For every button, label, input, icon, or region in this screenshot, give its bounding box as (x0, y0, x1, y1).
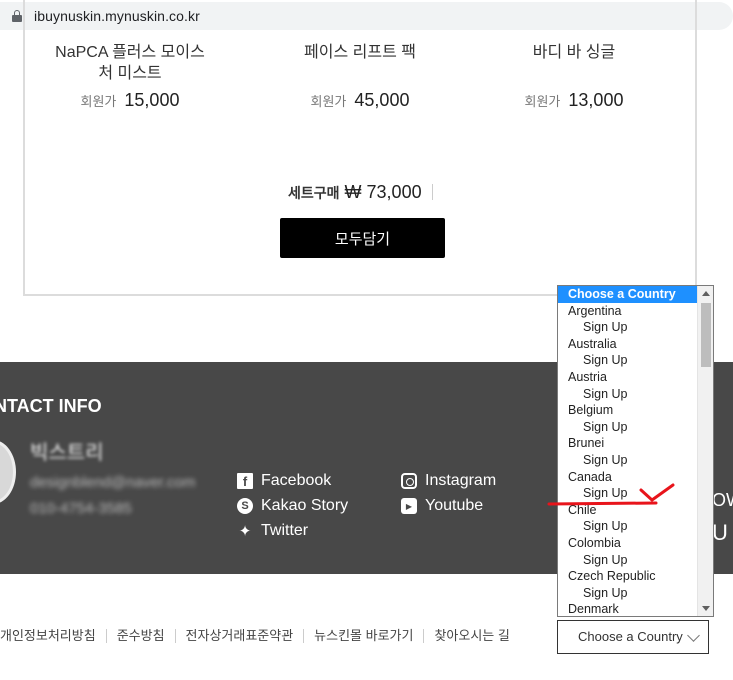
product-item[interactable]: 바디 바 싱글 회원가 13,000 (474, 42, 674, 110)
social-link-twitter[interactable]: ✦ Twitter (237, 522, 308, 540)
contact-email: designblend@naver.com (30, 474, 196, 491)
country-option[interactable]: Chile (558, 502, 697, 519)
social-label: Instagram (425, 472, 497, 489)
product-set-card: NaPCA 플러스 모이스처 미스트 회원가 15,000 페이스 리프트 팩 회… (23, 0, 697, 296)
social-label: Kakao Story (261, 497, 349, 514)
option-sign-up[interactable]: Sign Up (558, 585, 697, 602)
country-option[interactable]: Colombia (558, 535, 697, 552)
instagram-icon (401, 473, 417, 489)
product-price: 회원가 15,000 (30, 90, 230, 111)
twitter-icon: ✦ (238, 523, 252, 540)
option-sign-up[interactable]: Sign Up (558, 518, 697, 535)
price-label: 회원가 (310, 94, 347, 109)
option-sign-up[interactable]: Sign Up (558, 419, 697, 436)
youtube-icon: ▶ (401, 498, 417, 514)
contact-info-title: NTACT INFO (0, 396, 102, 416)
country-option[interactable]: Australia (558, 336, 697, 353)
product-item[interactable]: 페이스 리프트 팩 회원가 45,000 (260, 42, 460, 110)
option-sign-up[interactable]: Sign Up (558, 485, 697, 502)
link-privacy-policy[interactable]: 개인정보처리방침 (0, 629, 106, 643)
country-option[interactable]: Denmark (558, 601, 697, 616)
country-option[interactable]: Canada (558, 469, 697, 486)
cut-off-text: U (712, 520, 728, 545)
facebook-icon: f (237, 473, 253, 489)
footer-links: 개인정보처리방침 준수방침 전자상거래표준약관 뉴스킨몰 바로가기 찾아오시는 … (0, 626, 520, 646)
link-compliance-policy[interactable]: 준수방침 (105, 629, 175, 643)
dropdown-options: Choose a Country Argentina Sign Up Australi… (558, 286, 697, 616)
cut-off-text: OW (712, 490, 733, 510)
country-option[interactable]: Choose a Country (558, 286, 697, 303)
country-option[interactable]: Czech Republic (558, 568, 697, 585)
social-link-facebook[interactable]: f Facebook (237, 472, 331, 490)
option-sign-up[interactable]: Sign Up (558, 452, 697, 469)
contact-phone: 010-4754-3585 (30, 500, 132, 517)
option-sign-up[interactable]: Sign Up (558, 386, 697, 403)
product-name[interactable]: 바디 바 싱글 (474, 42, 674, 63)
option-sign-up[interactable]: Sign Up (558, 352, 697, 369)
price-value: 13,000 (568, 90, 624, 110)
country-option[interactable]: Argentina (558, 303, 697, 320)
country-select-value: Choose a Country (578, 629, 683, 644)
divider (431, 184, 433, 200)
product-price: 회원가 13,000 (474, 90, 674, 111)
price-value: 15,000 (124, 90, 180, 110)
social-label: Facebook (261, 472, 332, 489)
link-ecommerce-terms[interactable]: 전자상거래표준약관 (174, 629, 304, 643)
avatar (0, 440, 16, 504)
link-nuskin-mall[interactable]: 뉴스킨몰 바로가기 (303, 629, 423, 643)
price-value: 45,000 (354, 90, 410, 110)
lock-icon[interactable] (12, 10, 22, 22)
set-total: 세트구매 ₩ 73,000 (288, 182, 433, 203)
social-label: Youtube (425, 497, 484, 514)
country-dropdown-list[interactable]: Choose a Country Argentina Sign Up Australi… (557, 285, 714, 617)
country-option[interactable]: Belgium (558, 402, 697, 419)
price-label: 회원가 (524, 94, 561, 109)
scrollbar-thumb[interactable] (701, 303, 711, 367)
option-sign-up[interactable]: Sign Up (558, 552, 697, 569)
link-directions[interactable]: 찾아오시는 길 (423, 629, 519, 643)
brand-name: 빅스트리 (30, 442, 104, 464)
set-total-value: ₩ 73,000 (344, 182, 422, 202)
scroll-up-arrow-icon[interactable] (702, 291, 710, 296)
social-link-kakao-story[interactable]: S Kakao Story (237, 497, 348, 515)
option-sign-up[interactable]: Sign Up (558, 319, 697, 336)
dropdown-scrollbar[interactable] (697, 286, 713, 616)
set-total-label: 세트구매 (288, 185, 340, 201)
product-item[interactable]: NaPCA 플러스 모이스처 미스트 회원가 15,000 (30, 42, 230, 110)
social-link-instagram[interactable]: Instagram (401, 472, 496, 490)
country-select[interactable]: Choose a Country (557, 620, 709, 654)
scroll-down-arrow-icon[interactable] (702, 606, 710, 611)
social-label: Twitter (261, 522, 309, 539)
product-name[interactable]: NaPCA 플러스 모이스처 미스트 (30, 42, 230, 84)
social-link-youtube[interactable]: ▶ Youtube (401, 497, 483, 515)
product-name[interactable]: 페이스 리프트 팩 (260, 42, 460, 63)
chevron-down-icon (687, 629, 700, 642)
product-price: 회원가 45,000 (260, 90, 460, 111)
kakao-story-icon: S (237, 498, 253, 514)
add-all-to-cart-button[interactable]: 모두담기 (280, 218, 445, 258)
country-option[interactable]: Austria (558, 369, 697, 386)
price-label: 회원가 (80, 94, 117, 109)
country-option[interactable]: Brunei (558, 435, 697, 452)
